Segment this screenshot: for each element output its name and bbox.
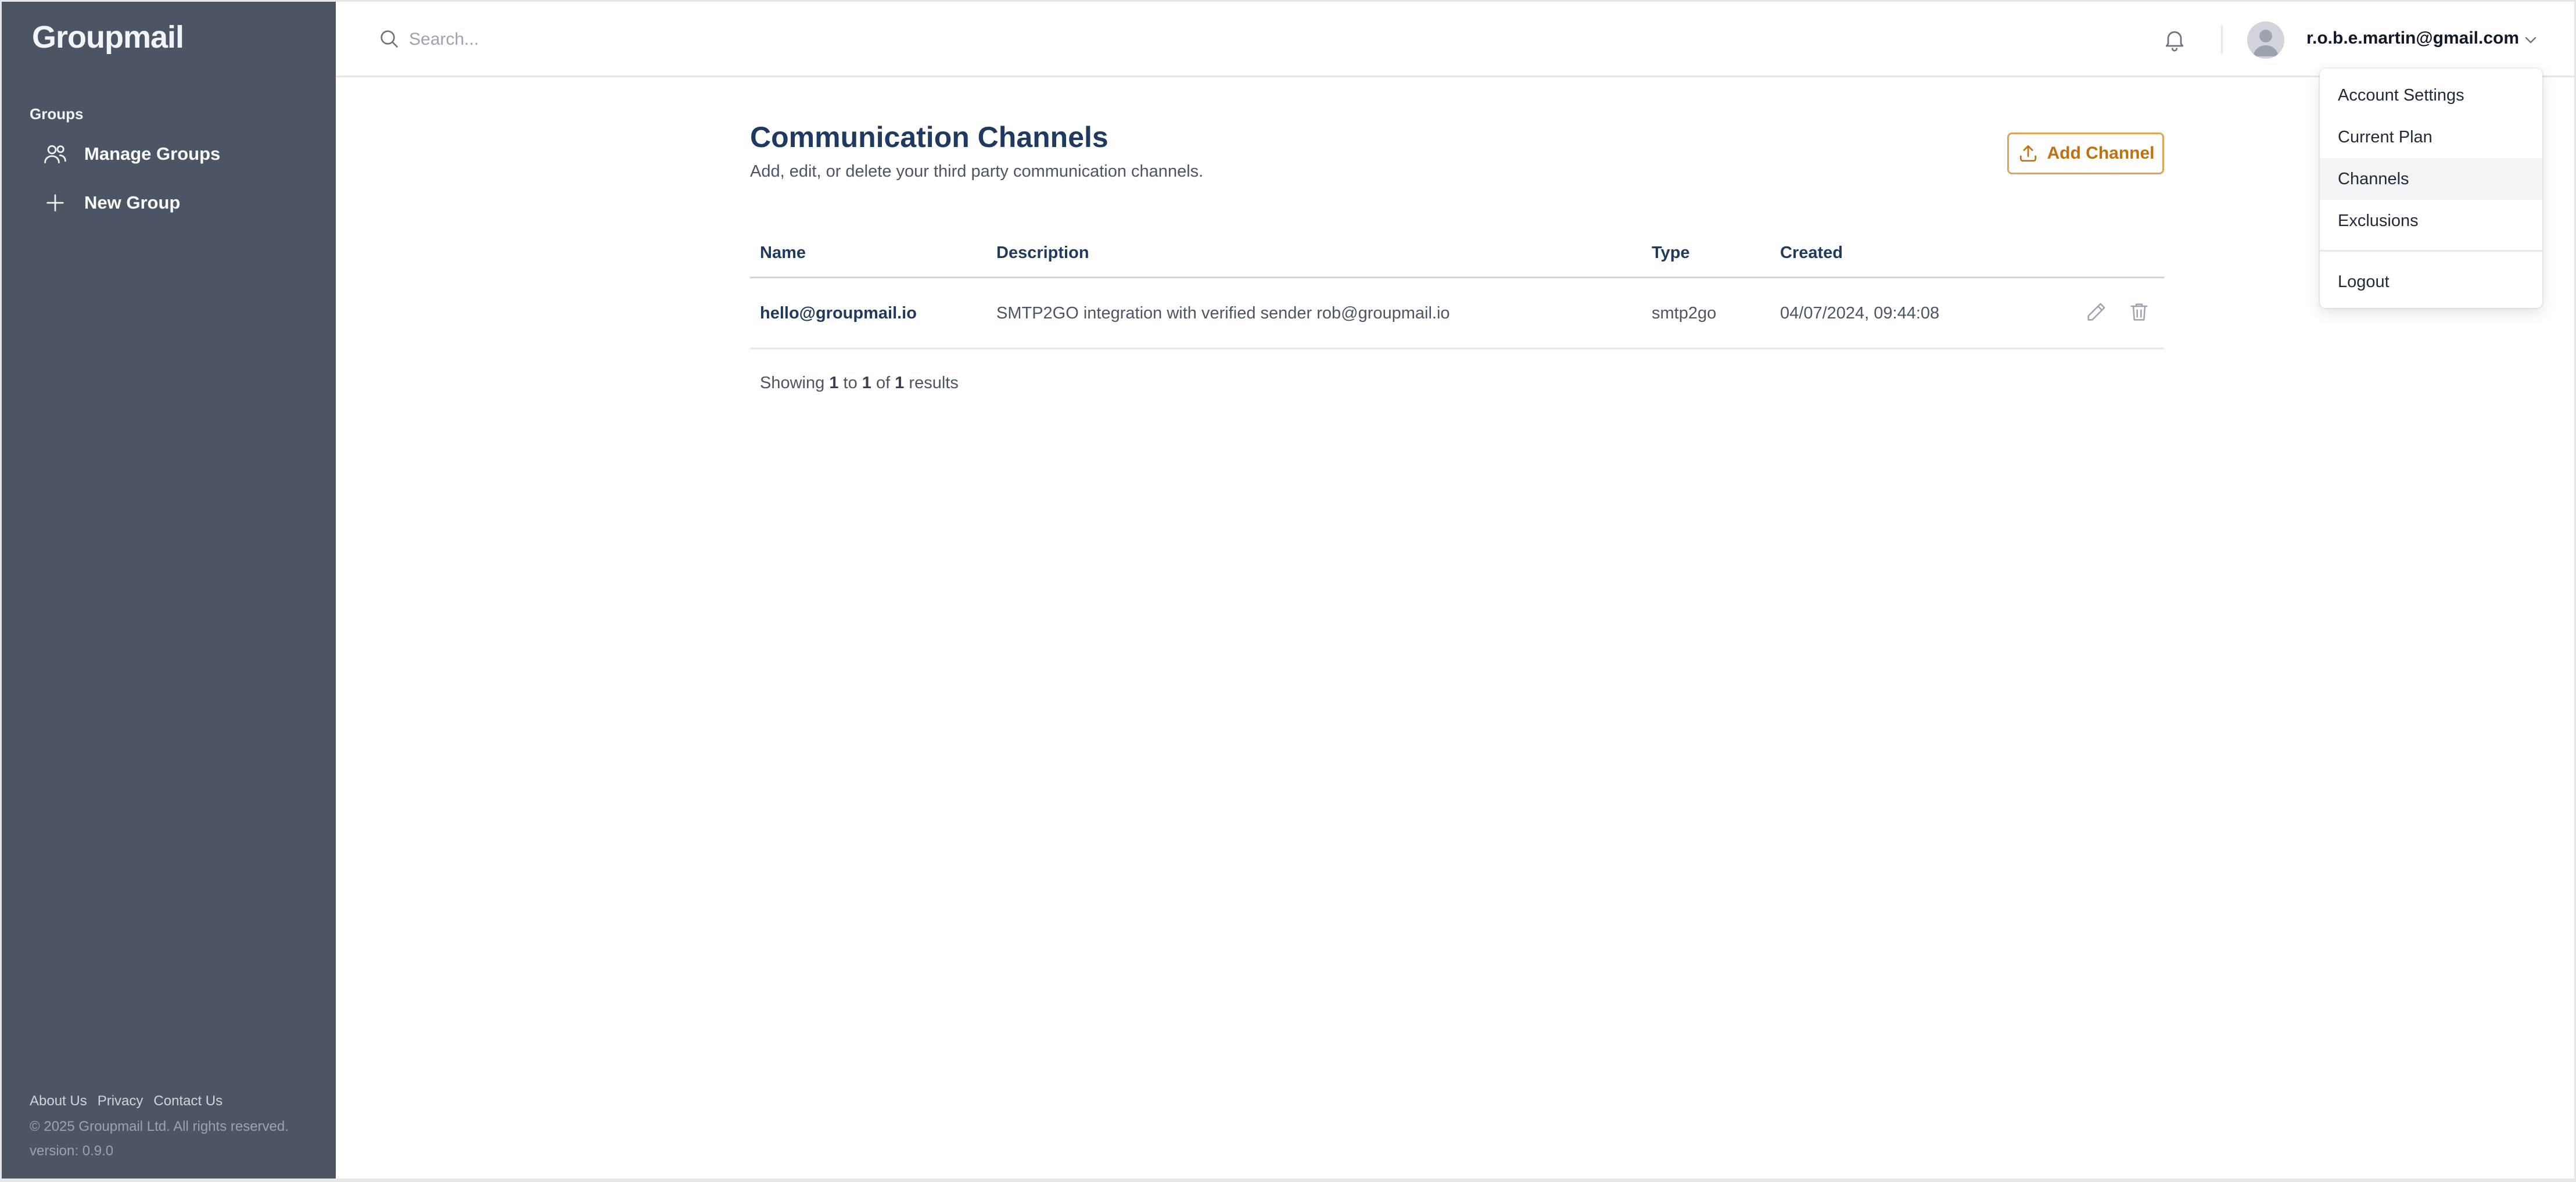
sidebar-item-manage-groups[interactable]: Manage Groups <box>41 137 220 171</box>
top-bar: r.o.b.e.martin@gmail.com <box>336 2 2574 77</box>
sidebar-section-groups: Groups <box>30 105 84 123</box>
search-input[interactable] <box>409 24 1222 55</box>
page-title: Communication Channels <box>750 121 1108 153</box>
sidebar-item-new-group[interactable]: New Group <box>41 185 180 220</box>
version-text: version: 0.9.0 <box>30 1143 114 1159</box>
sidebar-item-label: Manage Groups <box>84 144 221 164</box>
contact-us-link[interactable]: Contact Us <box>153 1093 223 1109</box>
table-row: hello@groupmail.io SMTP2GO integration w… <box>750 278 2164 349</box>
results-summary: Showing 1 to 1 of 1 results <box>760 374 959 393</box>
menu-divider <box>2320 250 2542 252</box>
sidebar-item-label: New Group <box>84 192 181 213</box>
page-subtitle: Add, edit, or delete your third party co… <box>750 162 1204 181</box>
menu-item-account-settings[interactable]: Account Settings <box>2320 74 2542 116</box>
results-of-word: of <box>876 374 891 392</box>
user-dropdown-menu: Account Settings Current Plan Channels E… <box>2320 69 2542 308</box>
results-suffix: results <box>909 374 959 392</box>
chevron-down-icon[interactable] <box>2521 31 2540 49</box>
results-to-word: to <box>843 374 858 392</box>
trash-icon[interactable] <box>2126 299 2152 325</box>
results-to: 1 <box>862 374 871 392</box>
add-channel-label: Add Channel <box>2047 144 2155 163</box>
channel-description: SMTP2GO integration with verified sender… <box>996 304 1450 323</box>
bell-icon[interactable] <box>2160 25 2189 54</box>
channels-table: Name Description Type Created hello@grou… <box>750 227 2164 349</box>
avatar[interactable] <box>2247 22 2284 59</box>
results-prefix: Showing <box>760 374 825 392</box>
menu-item-logout[interactable]: Logout <box>2320 261 2542 303</box>
users-icon <box>41 140 69 168</box>
column-header-name[interactable]: Name <box>760 243 806 263</box>
sidebar: Groupmail Groups Manage Groups New Group <box>2 2 336 1179</box>
copyright-text: © 2025 Groupmail Ltd. All rights reserve… <box>30 1119 289 1134</box>
channel-created: 04/07/2024, 09:44:08 <box>1780 304 1940 323</box>
column-header-description[interactable]: Description <box>996 243 1089 263</box>
app-logo[interactable]: Groupmail <box>32 19 184 60</box>
privacy-link[interactable]: Privacy <box>98 1093 143 1109</box>
app-window: Groupmail Groups Manage Groups New Group <box>2 2 2574 1179</box>
edit-icon[interactable] <box>2083 299 2109 325</box>
results-total: 1 <box>895 374 905 392</box>
search-icon <box>378 27 401 51</box>
upload-icon <box>2017 142 2039 164</box>
table-header: Name Description Type Created <box>750 227 2164 278</box>
header-divider <box>2221 25 2223 54</box>
user-menu-email[interactable]: r.o.b.e.martin@gmail.com <box>2306 28 2519 48</box>
channel-name[interactable]: hello@groupmail.io <box>760 304 917 323</box>
menu-item-channels[interactable]: Channels <box>2320 158 2542 200</box>
add-channel-button[interactable]: Add Channel <box>2007 132 2164 174</box>
menu-item-current-plan[interactable]: Current Plan <box>2320 116 2542 158</box>
sidebar-footer-links: About Us Privacy Contact Us <box>30 1093 223 1109</box>
row-actions <box>2083 299 2152 325</box>
results-from: 1 <box>829 374 839 392</box>
screen-frame: Groupmail Groups Manage Groups New Group <box>0 0 2576 1182</box>
column-header-created[interactable]: Created <box>1780 243 1843 263</box>
column-header-type[interactable]: Type <box>1652 243 1690 263</box>
channel-type: smtp2go <box>1652 304 1717 323</box>
main-content: Communication Channels Add, edit, or del… <box>336 77 2574 1179</box>
about-us-link[interactable]: About Us <box>30 1093 87 1109</box>
plus-icon <box>41 189 69 217</box>
menu-item-exclusions[interactable]: Exclusions <box>2320 200 2542 242</box>
